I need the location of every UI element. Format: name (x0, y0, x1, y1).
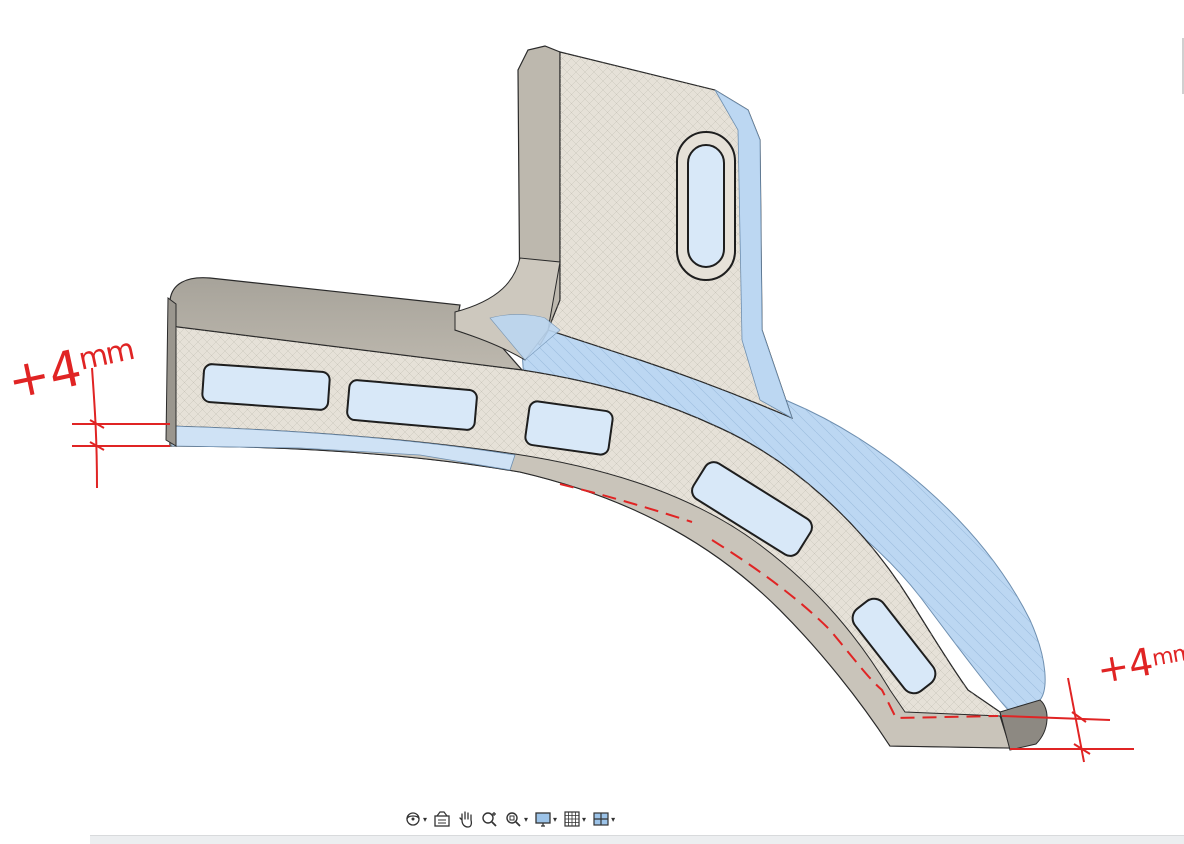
fit-button[interactable]: ▾ (502, 807, 531, 831)
display-monitor-icon (535, 812, 551, 827)
pan-hand-icon (459, 811, 473, 828)
look-at-button[interactable] (430, 807, 454, 831)
viewports-icon (593, 812, 609, 826)
pan-button[interactable] (454, 807, 478, 831)
model-3d-view[interactable] (0, 0, 1184, 843)
look-at-icon (434, 811, 450, 827)
fit-dropdown-caret[interactable]: ▾ (524, 815, 528, 824)
canvas-viewport[interactable]: +4mm +4mm (0, 0, 1184, 843)
zoom-icon (482, 812, 497, 827)
grid-icon (564, 811, 580, 827)
display-settings-button[interactable]: ▾ (531, 807, 560, 831)
orbit-dropdown-caret[interactable]: ▾ (423, 815, 427, 824)
zoom-button[interactable] (478, 807, 502, 831)
navigation-toolbar: ▾ ▾ ▾ ▾ ▾ (401, 806, 639, 832)
orbit-icon (406, 812, 420, 826)
display-dropdown-caret[interactable]: ▾ (553, 815, 557, 824)
slot-1 (201, 363, 331, 411)
left-dim-unit: mm (75, 332, 137, 378)
grid-dropdown-caret[interactable]: ▾ (582, 815, 586, 824)
orbit-button[interactable]: ▾ (401, 807, 430, 831)
zoom-window-icon (506, 812, 521, 827)
right-dim-unit: mm (1150, 640, 1184, 672)
viewports-button[interactable]: ▾ (589, 807, 618, 831)
viewports-dropdown-caret[interactable]: ▾ (611, 815, 615, 824)
grid-settings-button[interactable]: ▾ (560, 807, 589, 831)
